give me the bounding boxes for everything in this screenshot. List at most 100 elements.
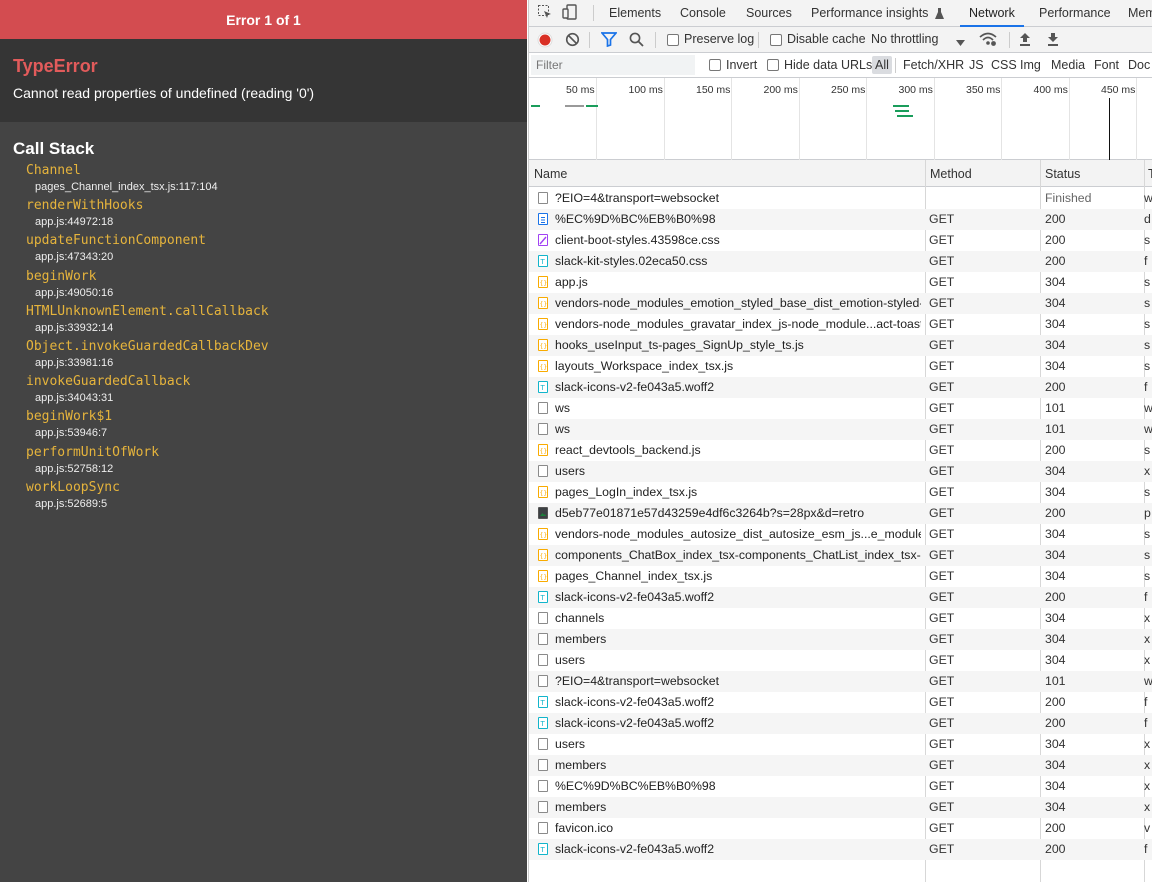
request-row[interactable]: ?EIO=4&transport=websocket Finished w (529, 188, 1152, 209)
tab-network[interactable]: Network (960, 0, 1024, 27)
request-row[interactable]: ?EIO=4&transport=websocket GET 101 w (529, 671, 1152, 692)
request-row[interactable]: members GET 304 x (529, 755, 1152, 776)
request-row[interactable]: members GET 304 x (529, 629, 1152, 650)
request-method: GET (929, 485, 955, 499)
tab-sources[interactable]: Sources (746, 0, 792, 27)
stack-frame-function: Object.invokeGuardedCallbackDev (26, 338, 269, 354)
request-type: f (1144, 842, 1148, 856)
import-har-icon[interactable] (1019, 32, 1031, 50)
filter-type-doc[interactable]: Doc (1128, 58, 1150, 72)
filter-type-fetch-xhr[interactable]: Fetch/XHR (903, 58, 964, 72)
request-row[interactable]: {} vendors-node_modules_emotion_styled_ba… (529, 293, 1152, 314)
stack-frame[interactable]: beginWork app.js:49050:16 (26, 268, 527, 303)
filter-type-css[interactable]: CSS (991, 58, 1017, 72)
request-row[interactable]: ws GET 101 w (529, 419, 1152, 440)
stack-frame[interactable]: workLoopSync app.js:52689:5 (26, 479, 527, 514)
request-row[interactable]: d5eb77e01871e57d43259e4df6c3264b?s=28px&… (529, 503, 1152, 524)
column-name-header[interactable]: Name (534, 167, 567, 181)
request-status: 200 (1045, 842, 1066, 856)
preserve-log-label[interactable]: Preserve log (684, 32, 754, 46)
disable-cache-label[interactable]: Disable cache (787, 32, 866, 46)
column-type-header[interactable]: T (1148, 167, 1152, 181)
stack-frame-location: app.js:52758:12 (35, 462, 114, 475)
column-status-header[interactable]: Status (1045, 167, 1080, 181)
request-row[interactable]: users GET 304 x (529, 734, 1152, 755)
tab-performance-insights[interactable]: Performance insights (811, 0, 944, 27)
stack-frame[interactable]: renderWithHooks app.js:44972:18 (26, 197, 527, 232)
request-row[interactable]: {} app.js GET 304 s (529, 272, 1152, 293)
request-row[interactable]: %EC%9D%BC%EB%B0%98 GET 200 d (529, 209, 1152, 230)
filter-type-js[interactable]: JS (969, 58, 984, 72)
filter-type-img[interactable]: Img (1020, 58, 1041, 72)
filter-input[interactable] (531, 55, 695, 75)
request-row[interactable]: {} pages_LogIn_index_tsx.js GET 304 s (529, 482, 1152, 503)
request-row[interactable]: users GET 304 x (529, 461, 1152, 482)
export-har-icon[interactable] (1047, 32, 1059, 50)
request-row[interactable]: Tslack-kit-styles.02eca50.css GET 200 f (529, 251, 1152, 272)
stack-frame[interactable]: performUnitOfWork app.js:52758:12 (26, 444, 527, 479)
request-row[interactable]: members GET 304 x (529, 797, 1152, 818)
stack-frame-location: app.js:49050:16 (35, 286, 114, 299)
dropdown-arrow-icon[interactable] (956, 35, 965, 53)
timeline-overview[interactable]: 50 ms 100 ms 150 ms 200 ms 250 ms 300 ms 350 m… (529, 78, 1152, 160)
invert-checkbox[interactable] (709, 59, 721, 71)
request-row[interactable]: favicon.ico GET 200 v (529, 818, 1152, 839)
request-row[interactable]: {} hooks_useInput_ts-pages_SignUp_style_t… (529, 335, 1152, 356)
column-method-header[interactable]: Method (930, 167, 972, 181)
request-row[interactable]: {} components_ChatBox_index_tsx-component… (529, 545, 1152, 566)
request-name: slack-icons-v2-fe043a5.woff2 (555, 842, 715, 856)
invert-label[interactable]: Invert (726, 58, 757, 72)
request-row[interactable]: channels GET 304 x (529, 608, 1152, 629)
disable-cache-checkbox[interactable] (770, 34, 782, 46)
filter-type-media[interactable]: Media (1051, 58, 1085, 72)
request-row[interactable]: client-boot-styles.43598ce.css GET 200 s (529, 230, 1152, 251)
request-row[interactable]: users GET 304 x (529, 650, 1152, 671)
tab-performance[interactable]: Performance (1039, 0, 1111, 27)
request-row[interactable]: Tslack-icons-v2-fe043a5.woff2 GET 200 f (529, 839, 1152, 860)
request-row[interactable]: Tslack-icons-v2-fe043a5.woff2 GET 200 f (529, 692, 1152, 713)
tab-memory[interactable]: Mem (1128, 0, 1152, 27)
preserve-log-checkbox[interactable] (667, 34, 679, 46)
request-row[interactable]: ws GET 101 w (529, 398, 1152, 419)
filter-icon[interactable] (600, 32, 618, 50)
stack-frame[interactable]: beginWork$1 app.js:53946:7 (26, 408, 527, 443)
hide-data-urls-label[interactable]: Hide data URLs (784, 58, 872, 72)
device-toolbar-icon[interactable] (562, 4, 580, 22)
stack-frame[interactable]: Object.invokeGuardedCallbackDev app.js:33… (26, 338, 527, 373)
request-row[interactable]: Tslack-icons-v2-fe043a5.woff2 GET 200 f (529, 377, 1152, 398)
request-row[interactable]: Tslack-icons-v2-fe043a5.woff2 GET 200 f (529, 713, 1152, 734)
clear-icon[interactable] (565, 32, 580, 50)
request-status: 200 (1045, 443, 1066, 457)
request-row[interactable]: {} layouts_Workspace_index_tsx.js GET 304 s (529, 356, 1152, 377)
hide-data-urls-checkbox[interactable] (767, 59, 779, 71)
filter-type-font[interactable]: Font (1094, 58, 1119, 72)
error-summary: TypeError Cannot read properties of unde… (0, 39, 527, 122)
inspect-element-icon[interactable] (537, 4, 555, 22)
js-file-icon: {} (538, 528, 548, 540)
tab-elements[interactable]: Elements (609, 0, 661, 27)
request-status: 304 (1045, 275, 1066, 289)
stack-frame[interactable]: updateFunctionComponent app.js:47343:20 (26, 232, 527, 267)
search-icon[interactable] (629, 32, 644, 50)
waterfall-mark (897, 115, 913, 117)
waterfall-mark (895, 110, 909, 112)
request-row[interactable]: {} pages_Channel_index_tsx.js GET 304 s (529, 566, 1152, 587)
request-row[interactable]: %EC%9D%BC%EB%B0%98 GET 304 x (529, 776, 1152, 797)
throttling-select[interactable]: No throttling (871, 32, 938, 46)
stack-frame[interactable]: invokeGuardedCallback app.js:34043:31 (26, 373, 527, 408)
tab-console[interactable]: Console (680, 0, 726, 27)
request-row[interactable]: {} vendors-node_modules_gravatar_index_js… (529, 314, 1152, 335)
filter-type-all[interactable]: All (872, 56, 892, 74)
svg-text:T: T (540, 594, 546, 602)
request-row[interactable]: {} react_devtools_backend.js GET 200 s (529, 440, 1152, 461)
request-row[interactable]: {} vendors-node_modules_autosize_dist_aut… (529, 524, 1152, 545)
stack-frame[interactable]: HTMLUnknownElement.callCallback app.js:33… (26, 303, 527, 338)
network-conditions-icon[interactable] (979, 31, 997, 49)
blank-file-icon (538, 423, 548, 435)
stack-frame[interactable]: Channel pages_Channel_index_tsx.js:117:10… (26, 162, 527, 197)
request-row[interactable]: Tslack-icons-v2-fe043a5.woff2 GET 200 f (529, 587, 1152, 608)
record-button[interactable] (537, 32, 553, 50)
request-method: GET (929, 212, 955, 226)
stack-frame-function: HTMLUnknownElement.callCallback (26, 303, 269, 319)
request-type: s (1144, 569, 1151, 583)
